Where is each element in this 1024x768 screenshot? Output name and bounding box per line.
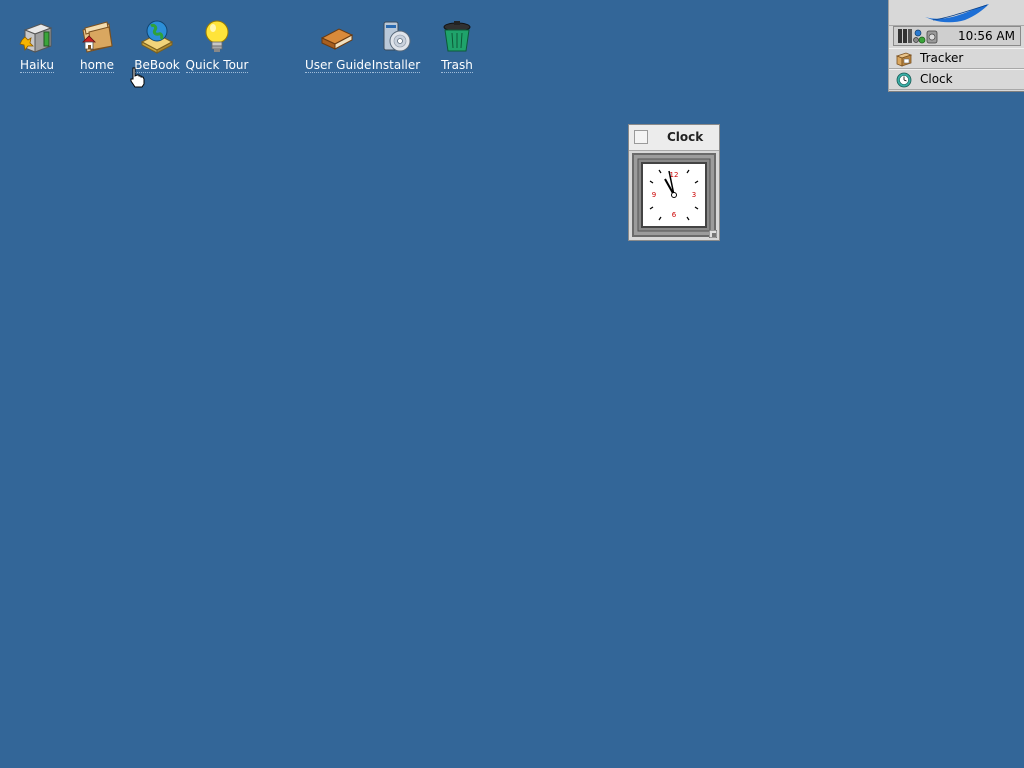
deskbar[interactable]: 10:56 AM Tracker Clock <box>888 0 1024 92</box>
tracker-icon <box>896 52 912 67</box>
desktop-icon-trash[interactable]: Trash <box>425 18 489 73</box>
clock-number-6: 6 <box>672 211 677 219</box>
clock-window[interactable]: Clock 12 3 6 9 <box>628 124 720 241</box>
desktop-icon-label: Quick Tour <box>185 58 249 73</box>
clock-face-frame: 12 3 6 9 <box>632 153 716 237</box>
desktop-icon-label: User Guide <box>305 58 372 73</box>
desktop[interactable]: Haiku home BeBook Quick Tour User Guide … <box>0 0 1024 768</box>
clock-face: 12 3 6 9 <box>637 158 711 232</box>
desktop-icon-user-guide[interactable]: User Guide <box>305 18 372 73</box>
window-tab[interactable]: Clock <box>629 125 719 151</box>
desktop-icon-haiku[interactable]: Haiku <box>5 18 69 73</box>
desktop-icon-label: Haiku <box>20 58 54 73</box>
trash-icon <box>443 21 471 52</box>
deskbar-time[interactable]: 10:56 AM <box>958 29 1015 43</box>
desktop-icon-home[interactable]: home <box>65 18 129 73</box>
deskbar-item-tracker[interactable]: Tracker <box>889 48 1024 69</box>
system-tray: 10:56 AM <box>893 26 1021 46</box>
desktop-icon-bebook[interactable]: BeBook <box>125 18 189 73</box>
deskbar-menu-button[interactable] <box>889 0 1024 26</box>
haiku-leaf-icon <box>925 4 989 23</box>
desktop-icon-installer[interactable]: Installer <box>364 18 428 73</box>
clock-number-3: 3 <box>692 191 696 199</box>
disk-icon <box>19 23 53 53</box>
window-title: Clock <box>667 130 704 144</box>
home-folder-icon <box>82 21 113 53</box>
clock-number-9: 9 <box>652 191 656 199</box>
resize-handle-icon[interactable] <box>709 230 717 238</box>
lightbulb-icon <box>205 20 229 52</box>
desktop-icon-label: Trash <box>441 58 473 73</box>
desktop-icon-quick-tour[interactable]: Quick Tour <box>185 18 249 73</box>
deskbar-item-clock[interactable]: Clock <box>889 69 1024 90</box>
bebook-icon <box>140 20 174 54</box>
tray-icons <box>898 29 938 44</box>
clock-app-icon <box>896 72 912 88</box>
close-button[interactable] <box>634 130 648 144</box>
hand-cursor-icon <box>130 67 145 88</box>
deskbar-item-label: Clock <box>920 72 953 86</box>
desktop-icon-label: home <box>79 58 115 73</box>
book-icon <box>320 28 354 50</box>
desktop-icon-label: Installer <box>371 58 421 73</box>
installer-icon <box>383 21 411 52</box>
deskbar-item-label: Tracker <box>920 51 964 65</box>
